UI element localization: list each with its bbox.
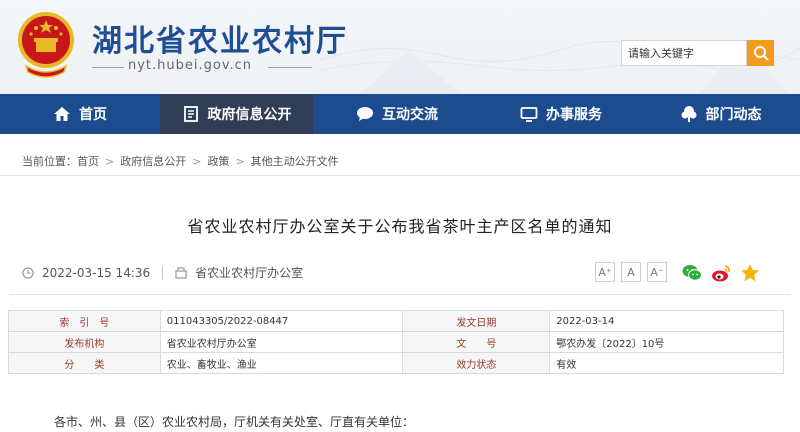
url-divider-right xyxy=(268,67,312,68)
nav-item-label: 首页 xyxy=(79,107,107,123)
article-meta: 2022-03-15 14:36 省农业农村厅办公室 xyxy=(22,264,303,281)
validity-status-value: 有效 xyxy=(549,352,784,374)
breadcrumb-item-gov-info[interactable]: 政府信息公开 xyxy=(120,153,186,169)
tree-icon xyxy=(680,105,698,123)
nav-item-interaction[interactable]: 互动交流 xyxy=(313,94,481,134)
nav-item-news[interactable]: 部门动态 xyxy=(641,94,800,134)
site-title: 湖北省农业农村厅 xyxy=(92,24,348,59)
breadcrumb-item-other-files[interactable]: 其他主动公开文件 xyxy=(251,153,339,169)
nav-item-home[interactable]: 首页 xyxy=(0,94,160,134)
meta-divider xyxy=(162,265,164,280)
breadcrumb-separator: > xyxy=(105,154,115,168)
breadcrumb: 当前位置： 首页 > 政府信息公开 > 政策 > 其他主动公开文件 xyxy=(22,153,339,169)
breadcrumb-divider xyxy=(0,175,800,176)
breadcrumb-prefix: 当前位置： xyxy=(22,155,77,168)
document-number-label: 文 号 xyxy=(402,331,551,353)
search-button[interactable] xyxy=(747,40,774,66)
star-icon[interactable] xyxy=(739,262,761,284)
nav-item-label: 部门动态 xyxy=(705,107,762,123)
issuing-agency-value: 省农业农村厅办公室 xyxy=(159,331,404,353)
validity-status-label: 效力状态 xyxy=(402,352,551,374)
nav-item-label: 互动交流 xyxy=(382,107,438,123)
breadcrumb-separator: > xyxy=(192,154,202,168)
main-nav: 首页 政府信息公开 互动交流 办事服务 部门动态 xyxy=(0,94,800,134)
document-icon xyxy=(182,105,200,123)
font-decrease-button[interactable]: A⁻ xyxy=(647,262,667,282)
font-increase-button[interactable]: A⁺ xyxy=(595,262,615,282)
breadcrumb-item-home[interactable]: 首页 xyxy=(77,153,99,169)
site-url: nyt.hubei.gov.cn xyxy=(128,58,253,73)
document-info-table: 索 引 号 011043305/2022-08447 发文日期 2022-03-… xyxy=(8,310,784,374)
index-number-label: 索 引 号 xyxy=(8,310,161,332)
index-number-value: 011043305/2022-08447 xyxy=(159,310,404,332)
url-divider-left xyxy=(92,67,124,68)
table-row: 发布机构 省农业农村厅办公室 文 号 鄂农办发〔2022〕10号 xyxy=(8,331,784,353)
weibo-icon[interactable] xyxy=(710,262,732,284)
nav-item-label: 办事服务 xyxy=(546,107,602,123)
article-intro-text: 各市、州、县（区）农业农村局，厅机关有关处室、厅直有关单位： xyxy=(54,415,415,429)
font-reset-button[interactable]: A xyxy=(621,262,641,282)
category-label: 分 类 xyxy=(8,352,161,374)
national-emblem-icon xyxy=(18,12,74,78)
wechat-icon[interactable] xyxy=(681,262,703,284)
organization-icon xyxy=(175,266,187,279)
breadcrumb-item-policy[interactable]: 政策 xyxy=(207,153,229,169)
search-icon xyxy=(753,46,768,61)
meta-divider-line xyxy=(10,294,790,295)
site-header: 湖北省农业农村厅 nyt.hubei.gov.cn xyxy=(0,0,800,94)
table-row: 索 引 号 011043305/2022-08447 发文日期 2022-03-… xyxy=(8,310,784,332)
table-row: 分 类 农业、畜牧业、渔业 效力状态 有效 xyxy=(8,352,784,374)
nav-item-gov-info[interactable]: 政府信息公开 xyxy=(160,94,313,134)
monitor-icon xyxy=(520,105,538,123)
search-input[interactable] xyxy=(621,40,747,66)
issue-date-value: 2022-03-14 xyxy=(549,310,784,332)
article-source: 省农业农村厅办公室 xyxy=(195,266,304,280)
article-title: 省农业农村厅办公室关于公布我省茶叶主产区名单的通知 xyxy=(187,217,613,236)
chat-icon xyxy=(356,105,374,123)
nav-item-services[interactable]: 办事服务 xyxy=(481,94,641,134)
issue-date-label: 发文日期 xyxy=(402,310,551,332)
issuing-agency-label: 发布机构 xyxy=(8,331,161,353)
category-value: 农业、畜牧业、渔业 xyxy=(159,352,404,374)
publish-datetime: 2022-03-15 14:36 xyxy=(42,265,151,280)
home-icon xyxy=(53,105,71,123)
nav-item-label: 政府信息公开 xyxy=(207,107,292,123)
clock-icon xyxy=(22,266,34,279)
breadcrumb-separator: > xyxy=(235,154,245,168)
document-number-value: 鄂农办发〔2022〕10号 xyxy=(549,331,784,353)
